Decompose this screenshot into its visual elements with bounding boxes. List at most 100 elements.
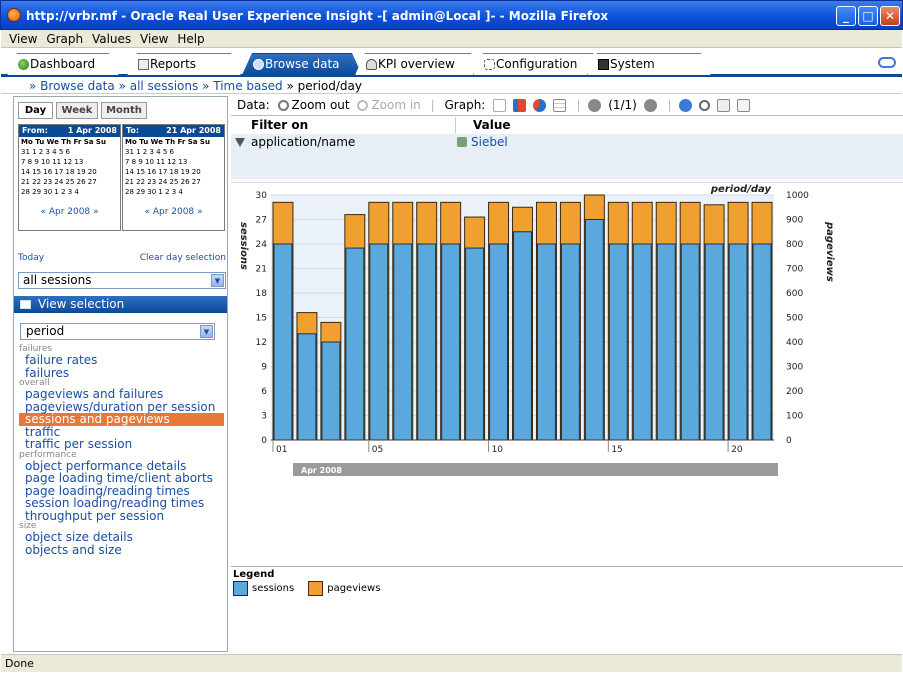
breadcrumb-all-sessions[interactable]: all sessions <box>130 79 199 93</box>
nav-item-pageviews-and-failures[interactable]: pageviews and failures <box>19 388 224 401</box>
breadcrumb-browse-data[interactable]: Browse data <box>40 79 115 93</box>
nav-item-throughput[interactable]: throughput per session <box>19 509 224 523</box>
breadcrumb-sep: » <box>286 79 294 93</box>
pie-chart-icon[interactable] <box>532 99 546 112</box>
right-tick-label: 100 <box>786 412 803 422</box>
globe-icon <box>18 59 29 70</box>
menu-view[interactable]: View <box>9 32 37 46</box>
view-selection-title: View selection <box>38 297 125 311</box>
filter-col-value: Value <box>473 118 511 132</box>
trash-icon[interactable] <box>457 137 467 147</box>
nav-item-sessions-and-pageviews[interactable]: sessions and pageviews <box>19 413 224 426</box>
calendar-from-date: 1 Apr 2008 <box>67 126 117 135</box>
info-icon[interactable] <box>679 99 693 112</box>
period-select[interactable]: period ▼ <box>20 323 215 340</box>
bar-sessions <box>680 243 700 441</box>
nav-item-traffic-per-session[interactable]: traffic per session <box>19 438 224 451</box>
zoom-out-button[interactable]: Zoom out <box>292 98 350 112</box>
bar-sessions <box>393 243 413 441</box>
right-tick-label: 200 <box>786 387 803 397</box>
view-selection-header: View selection <box>14 296 227 313</box>
calendar-week[interactable]: 28 29 30 1 2 3 4 <box>123 187 224 197</box>
view-nav-list: failures failure rates failures overall … <box>19 345 224 556</box>
left-tick-label: 6 <box>261 387 267 397</box>
next-page-icon[interactable] <box>643 99 657 112</box>
print-icon[interactable] <box>736 99 750 112</box>
nav-item-objects-and-size[interactable]: objects and size <box>19 543 224 557</box>
close-button[interactable]: ✕ <box>880 6 900 26</box>
left-tick-label: 3 <box>261 412 267 422</box>
calendar-to-label: To: <box>126 126 140 135</box>
calendar-week[interactable]: 31 1 2 3 4 5 6 <box>19 147 120 157</box>
calendar-to-nav[interactable]: « Apr 2008 » <box>123 207 224 217</box>
nav-item-page-loading-aborts[interactable]: page loading time/client aborts <box>19 472 224 485</box>
line-chart-icon[interactable] <box>493 99 507 112</box>
zoom-out-icon[interactable] <box>277 100 289 111</box>
calendar-week[interactable]: 7 8 9 10 11 12 13 <box>19 157 120 167</box>
legend-swatch-sessions <box>233 581 248 596</box>
prev-page-icon[interactable] <box>588 99 602 112</box>
calendar-week[interactable]: 14 15 16 17 18 19 20 <box>19 167 120 177</box>
menu-values[interactable]: Values <box>92 32 131 46</box>
bar-sessions <box>704 243 724 441</box>
tab-week[interactable]: Week <box>56 102 98 119</box>
left-panel: Day Week Month From: 1 Apr 2008 Mo Tu We … <box>13 96 228 652</box>
calendar-week[interactable]: 7 8 9 10 11 12 13 <box>123 157 224 167</box>
calendar-from-nav[interactable]: « Apr 2008 » <box>19 207 120 217</box>
tab-configuration[interactable]: Configuration <box>473 53 603 75</box>
export-icon[interactable] <box>717 99 731 112</box>
right-tick-label: 700 <box>786 265 803 275</box>
gauge-icon <box>366 59 377 70</box>
tab-reports[interactable]: Reports <box>127 53 241 75</box>
calendar-week[interactable]: 31 1 2 3 4 5 6 <box>123 147 224 157</box>
filter-value[interactable]: Siebel <box>471 134 508 150</box>
bar-chart-icon[interactable] <box>513 99 526 112</box>
chevron-down-icon[interactable]: ▼ <box>200 325 213 338</box>
bar-sessions <box>752 243 772 441</box>
bar-sessions <box>560 243 580 441</box>
menu-help[interactable]: Help <box>177 32 204 46</box>
config-icon <box>484 59 495 70</box>
calendar-week[interactable]: 21 22 23 24 25 26 27 <box>123 177 224 187</box>
clear-day-link[interactable]: Clear day selection <box>140 253 226 263</box>
nav-item-object-size[interactable]: object size details <box>19 531 224 544</box>
menu-view-2[interactable]: View <box>140 32 168 46</box>
system-icon <box>598 59 609 70</box>
left-tick-label: 18 <box>256 289 268 299</box>
chevron-down-icon[interactable]: ▼ <box>211 274 224 287</box>
folder-icon <box>20 300 31 309</box>
tab-browse-data[interactable]: Browse data <box>242 53 362 75</box>
search-icon[interactable] <box>699 100 711 111</box>
session-select[interactable]: all sessions ▼ <box>18 272 226 289</box>
x-tick-label: 05 <box>372 445 383 455</box>
calendar-week[interactable]: 28 29 30 1 2 3 4 <box>19 187 120 197</box>
breadcrumb-sep: » <box>118 79 126 93</box>
maximize-button[interactable]: □ <box>858 6 878 26</box>
breadcrumb-time-based[interactable]: Time based <box>213 79 282 93</box>
nav-item-failures[interactable]: failures <box>19 366 224 380</box>
zoom-in-icon <box>357 100 369 111</box>
tab-label: Dashboard <box>30 57 96 71</box>
tab-day[interactable]: Day <box>18 102 53 119</box>
tab-system[interactable]: System <box>587 53 711 75</box>
tab-month[interactable]: Month <box>101 102 147 119</box>
bar-sessions <box>536 243 556 441</box>
nav-item-session-loading-reading[interactable]: session loading/reading times <box>19 497 224 510</box>
today-link[interactable]: Today <box>18 253 44 263</box>
calendar-week[interactable]: 14 15 16 17 18 19 20 <box>123 167 224 177</box>
table-icon[interactable] <box>552 99 566 112</box>
bar-sessions <box>728 243 748 441</box>
data-label: Data: <box>237 98 270 112</box>
filter-key: application/name <box>251 135 356 149</box>
nav-item-failure-rates[interactable]: failure rates <box>19 354 224 367</box>
tab-dashboard[interactable]: Dashboard <box>7 53 119 75</box>
zoom-in-button[interactable]: Zoom in <box>371 98 420 112</box>
period-bar <box>293 463 778 476</box>
session-select-value: all sessions <box>23 273 92 287</box>
calendar-week[interactable]: 21 22 23 24 25 26 27 <box>19 177 120 187</box>
menu-graph[interactable]: Graph <box>46 32 83 46</box>
right-tick-label: 900 <box>786 216 803 226</box>
tab-kpi-overview[interactable]: KPI overview <box>355 53 481 75</box>
toggle-oval-icon[interactable] <box>878 57 896 68</box>
minimize-button[interactable]: _ <box>836 6 856 26</box>
